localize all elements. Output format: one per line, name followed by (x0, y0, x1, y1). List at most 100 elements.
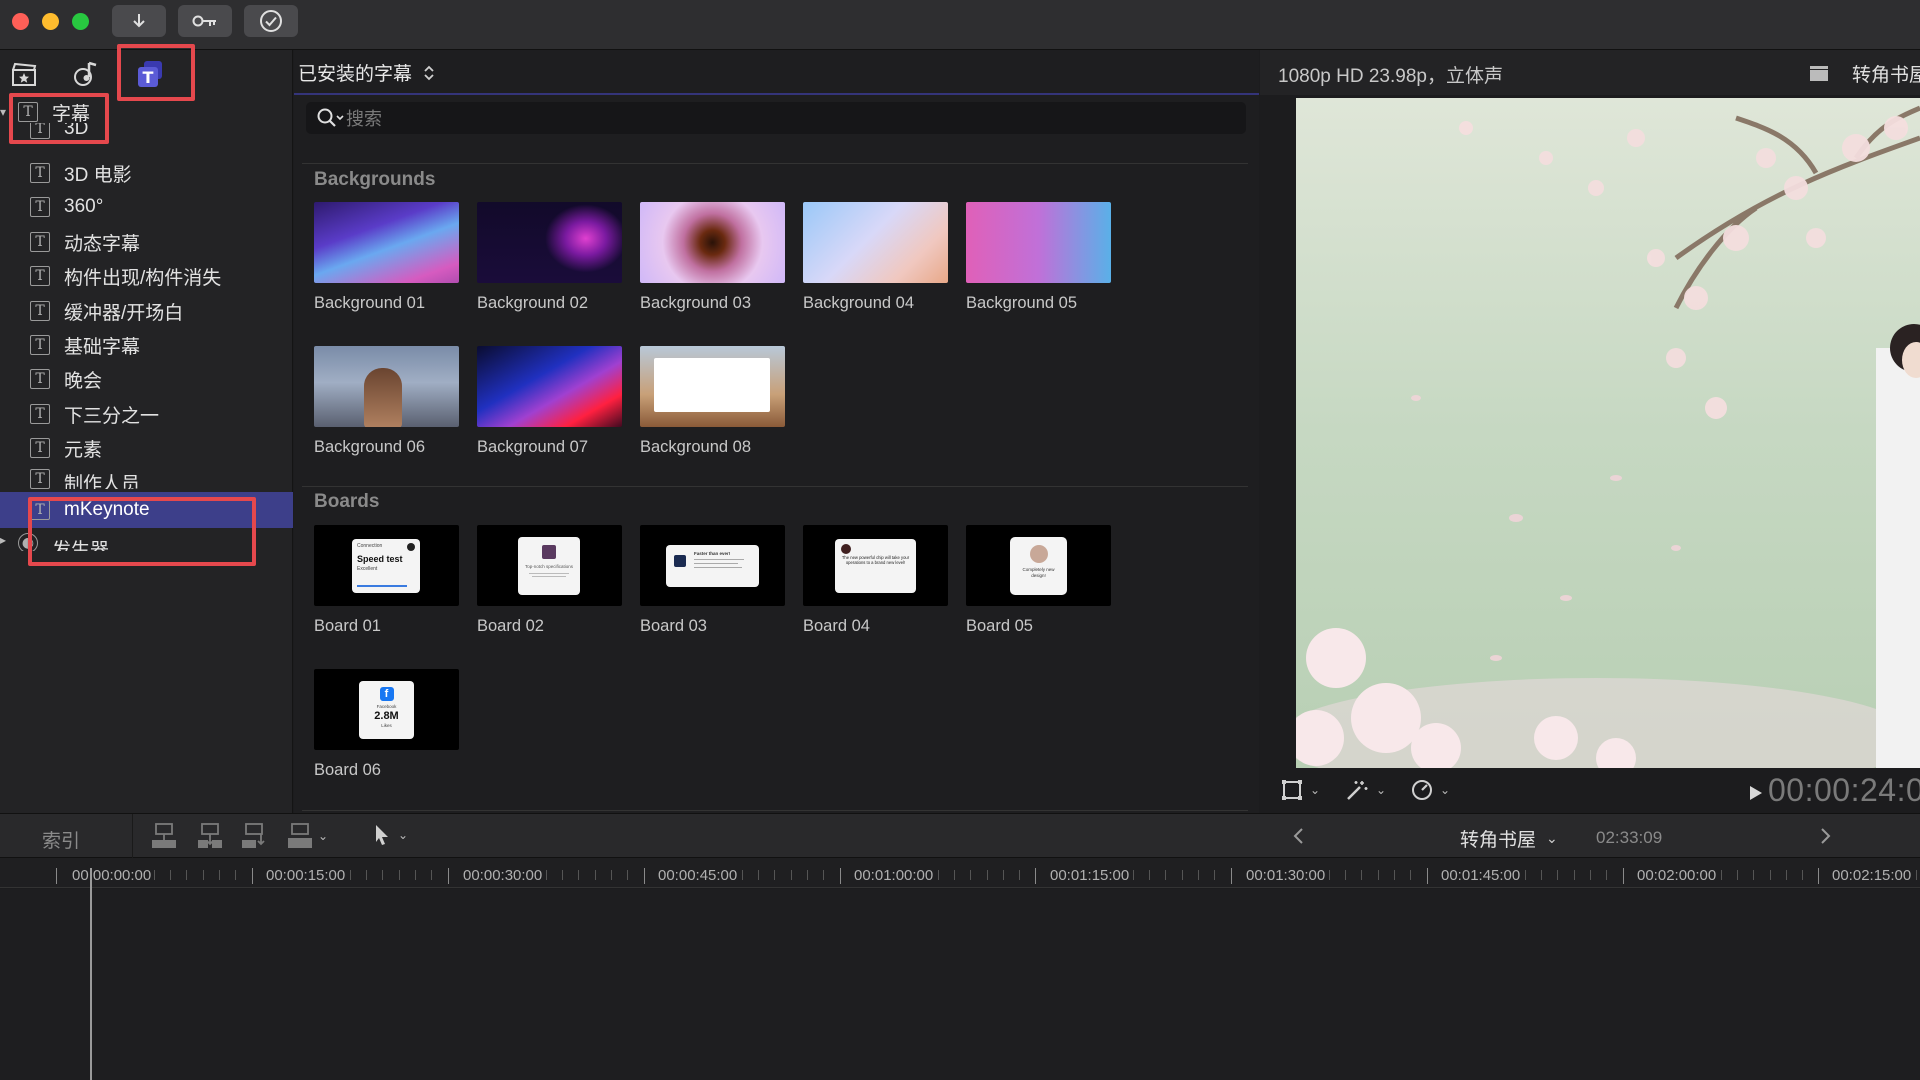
zoom-window-button[interactable] (72, 13, 89, 30)
playhead[interactable] (90, 868, 92, 1080)
ruler-minor-tick (807, 870, 808, 880)
ruler-tick (448, 868, 449, 884)
sidebar-item-label: 下三分之一 (64, 405, 160, 427)
project-selector[interactable]: 转角书屋 ⌄ (1460, 825, 1558, 852)
thumbnail: Completely new design! (966, 525, 1111, 606)
section-divider (302, 163, 1248, 164)
ruler-minor-tick (741, 870, 743, 880)
ruler-minor-tick (954, 870, 956, 880)
annotation-box-titles-tab (117, 44, 195, 101)
sidebar-item-lower-thirds[interactable]: T 下三分之一 (0, 397, 293, 431)
sidebar-item-bumper-opener[interactable]: T 缓冲器/开场白 (0, 294, 293, 328)
board-card-main-text: Speed test (357, 554, 403, 564)
close-window-button[interactable] (12, 13, 29, 30)
chevron-left-icon[interactable] (1292, 827, 1306, 845)
timeline-index-button[interactable]: 索引 (42, 826, 80, 853)
ruler-label: 00:00:00:00 (72, 867, 152, 884)
sidebar-item-3d-movie[interactable]: T 3D 电影 (0, 156, 293, 190)
ruler-minor-tick (562, 870, 564, 880)
title-tile-background-02[interactable]: Background 02 (477, 202, 622, 313)
chevron-down-icon: ⌄ (1376, 783, 1387, 797)
title-tile-board-03[interactable]: Faster than ever! Board 03 (640, 525, 785, 636)
enhancements-menu[interactable]: ⌄ (1344, 778, 1386, 802)
sidebar-item-label: 制作人员 (64, 474, 141, 489)
board-card-line (694, 567, 742, 568)
title-tile-background-05[interactable]: Background 05 (966, 202, 1111, 313)
sidebar-item-label: 360° (64, 196, 104, 217)
minimize-window-button[interactable] (42, 13, 59, 30)
retime-menu[interactable]: ⌄ (1410, 778, 1450, 802)
title-tile-background-03[interactable]: Background 03 (640, 202, 785, 313)
keywords-button[interactable] (178, 5, 232, 37)
annotation-box-mkeynote (28, 497, 256, 566)
search-field[interactable]: 搜索 (306, 102, 1246, 134)
import-button[interactable] (112, 5, 166, 37)
sidebar-item-build-in-out[interactable]: T 构件出现/构件消失 (0, 259, 293, 293)
title-tile-board-04[interactable]: The new powerful chip will take your ope… (803, 525, 948, 636)
tile-label: Background 05 (966, 294, 1077, 312)
title-icon: T (30, 301, 50, 321)
sidebar-item-elements[interactable]: T 元素 (0, 431, 293, 465)
board-card-sub-text: Likes (381, 723, 392, 728)
transform-menu[interactable]: ⌄ (1280, 778, 1320, 802)
title-tile-background-06[interactable]: Background 06 (314, 346, 459, 457)
title-icon: T (30, 232, 50, 252)
title-tile-background-01[interactable]: Background 01 (314, 202, 459, 313)
insert-clip-icon[interactable] (196, 821, 224, 851)
sidebar-item-party[interactable]: T 晚会 (0, 362, 293, 396)
ruler-minor-tick (1524, 870, 1526, 880)
key-icon (192, 15, 216, 27)
background-tasks-button[interactable] (244, 5, 298, 37)
title-tile-background-07[interactable]: Background 07 (477, 346, 622, 457)
ruler-tick (644, 868, 645, 884)
title-tile-board-06[interactable]: f Facebook 2.8M Likes Board 06 (314, 669, 459, 780)
timeline-duration: 02:33:09 (1596, 828, 1663, 847)
ruler-tick (1035, 868, 1036, 884)
timeline-track-area[interactable] (0, 889, 1920, 1080)
timecode-display[interactable]: 00:00:24:0 (1768, 772, 1920, 809)
ruler-minor-tick (398, 870, 400, 880)
ruler-tick (1427, 868, 1428, 884)
connect-clip-icon[interactable] (150, 821, 178, 851)
speedometer-icon (1412, 780, 1432, 800)
ruler-minor-tick (1573, 870, 1575, 880)
append-clip-icon[interactable] (240, 821, 268, 851)
board-card-line (694, 559, 744, 560)
category-selector[interactable]: 已安装的字幕 (298, 59, 436, 86)
sidebar-item-360[interactable]: T 360° (0, 190, 293, 224)
title-tile-background-04[interactable]: Background 04 (803, 202, 948, 313)
thumbnail: The new powerful chip will take your ope… (803, 525, 948, 606)
timeline-ruler[interactable]: 00:00:00:00 00:00:15:00 00:00:30:00 00:0… (0, 858, 1920, 888)
ruler-minor-tick (1149, 870, 1151, 880)
photos-audio-tab[interactable] (68, 56, 104, 92)
chevron-right-icon[interactable] (1818, 827, 1832, 845)
sidebar-item-credits[interactable]: T 制作人员 (0, 465, 293, 489)
libraries-tab[interactable] (6, 56, 42, 92)
title-tile-board-05[interactable]: Completely new design! Board 05 (966, 525, 1111, 636)
sidebar-item-dynamic-titles[interactable]: T 动态字幕 (0, 225, 293, 259)
titles-browser: 已安装的字幕 搜索 Backgrounds Background 01 Back… (294, 50, 1259, 813)
ruler-minor-tick (1377, 870, 1379, 880)
disclosure-triangle-closed-icon[interactable]: ▸ (0, 533, 10, 547)
tile-label: Background 08 (640, 438, 751, 456)
title-tile-board-01[interactable]: Connection Speed test Excellent Board 01 (314, 525, 459, 636)
title-tile-board-02[interactable]: Top-notch specifications Board 02 (477, 525, 622, 636)
facebook-icon: f (379, 687, 394, 701)
annotation-box-titles-category (9, 93, 109, 144)
overwrite-clip-menu[interactable]: ⌄ (286, 821, 328, 851)
cherry-blossom-frame (1296, 98, 1920, 768)
ruler-minor-tick (627, 870, 629, 880)
play-icon[interactable] (1748, 784, 1764, 802)
tool-select-menu[interactable]: ⌄ (372, 823, 408, 847)
thumbnail: Connection Speed test Excellent (314, 525, 459, 606)
ruler-minor-tick (1410, 870, 1412, 880)
timeline-project-name: 转角书屋 (1460, 830, 1537, 851)
titles-category-list: ▾ T 字幕 T 3D T 3D 电影 T 360° T 动态字幕 T 构件出现… (0, 95, 293, 813)
ruler-minor-tick (1019, 870, 1021, 880)
ruler-minor-tick (1165, 870, 1167, 880)
ruler-minor-tick (1606, 870, 1608, 880)
video-preview[interactable] (1296, 98, 1920, 768)
board-card-text: Faster than ever! (694, 551, 731, 556)
title-tile-background-08[interactable]: Background 08 (640, 346, 785, 457)
sidebar-item-basic-titles[interactable]: T 基础字幕 (0, 328, 293, 362)
